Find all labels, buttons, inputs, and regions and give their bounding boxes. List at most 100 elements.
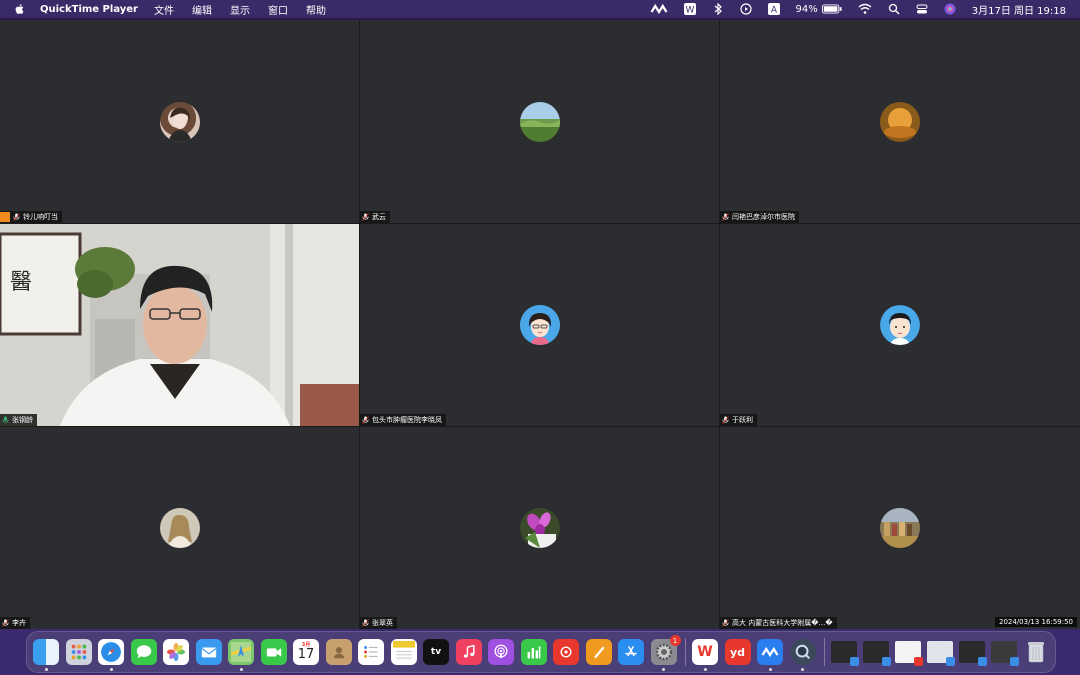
microphone-muted-icon xyxy=(722,416,729,424)
participant-tile[interactable]: 闫艳巴彦淖尔市医院 xyxy=(720,20,1080,223)
pages-icon[interactable] xyxy=(585,639,612,665)
safari-icon[interactable] xyxy=(98,639,124,671)
dock-separator xyxy=(685,638,686,666)
mail-icon[interactable] xyxy=(195,639,222,665)
wps-status-icon[interactable]: W xyxy=(683,3,696,16)
maps-icon[interactable] xyxy=(228,639,254,671)
participant-tile[interactable]: 李卉 xyxy=(0,427,359,629)
spotlight-search-icon[interactable] xyxy=(888,3,900,15)
participant-name: 闫艳巴彦淖尔市医院 xyxy=(732,213,795,221)
participant-tile[interactable]: 武云 xyxy=(360,20,719,223)
music-icon[interactable] xyxy=(455,639,482,665)
app-badge-icon xyxy=(850,657,859,666)
netease-music-icon[interactable] xyxy=(553,639,579,665)
microphone-muted-icon xyxy=(2,619,9,627)
menu-edit[interactable]: 编辑 xyxy=(192,2,212,17)
menu-view[interactable]: 显示 xyxy=(230,2,250,17)
participant-avatar xyxy=(519,508,560,548)
participant-name: 高大 内蒙古医科大学附属�…� xyxy=(732,619,833,627)
youdao-label: yd xyxy=(729,645,746,659)
active-speaker-tile[interactable]: 醫 张钢龄 xyxy=(0,224,359,426)
wps-office-icon[interactable]: W xyxy=(692,639,718,671)
numbers-icon[interactable] xyxy=(520,639,547,665)
apple-icon[interactable] xyxy=(14,3,26,15)
podcasts-icon[interactable] xyxy=(488,639,514,665)
microphone-muted-icon xyxy=(362,213,369,221)
app-badge-icon xyxy=(1010,657,1019,666)
play-circle-icon[interactable] xyxy=(739,3,752,15)
bluetooth-icon[interactable] xyxy=(712,3,724,15)
minimized-window-thumbnail[interactable] xyxy=(895,641,923,666)
app-badge-icon xyxy=(946,657,955,666)
svg-text:醫: 醫 xyxy=(10,270,32,295)
siri-icon[interactable] xyxy=(944,3,956,15)
quicktime-icon[interactable] xyxy=(789,639,816,671)
running-indicator xyxy=(768,668,772,671)
finder-icon[interactable] xyxy=(33,639,59,671)
wifi-icon[interactable] xyxy=(858,3,872,15)
speaker-video: 醫 xyxy=(0,224,359,426)
participant-name: 于跃利 xyxy=(732,416,753,424)
menu-help[interactable]: 帮助 xyxy=(306,2,326,17)
menu-file[interactable]: 文件 xyxy=(154,2,174,17)
contacts-icon[interactable] xyxy=(325,639,352,665)
svg-text:A: A xyxy=(770,6,777,16)
participant-name: 包头市肿瘤医院李晓凤 xyxy=(372,416,442,424)
participant-tile[interactable]: 于跃利 xyxy=(720,224,1080,426)
microphone-active-icon xyxy=(2,416,9,423)
system-settings-icon[interactable]: 1 xyxy=(650,635,681,671)
minimized-window-thumbnail[interactable] xyxy=(959,641,987,666)
svg-text:W: W xyxy=(685,6,694,16)
participant-name: 张钢龄 xyxy=(12,416,33,424)
photos-icon[interactable] xyxy=(163,639,189,665)
battery-indicator[interactable]: 94% xyxy=(796,4,842,15)
facetime-icon[interactable] xyxy=(260,639,287,665)
participant-name-tag: 于跃利 xyxy=(720,414,757,426)
clock-datetime[interactable]: 3月17日 周日 19:18 xyxy=(972,2,1066,17)
control-center-icon[interactable] xyxy=(916,3,928,15)
apple-tv-icon[interactable]: tv xyxy=(423,639,449,665)
apple-tv-label: tv xyxy=(430,647,442,657)
reminders-icon[interactable] xyxy=(358,639,384,665)
menu-window[interactable]: 窗口 xyxy=(268,2,288,17)
minimized-window-thumbnail[interactable] xyxy=(927,641,955,666)
participant-avatar xyxy=(880,508,920,548)
app-store-icon[interactable] xyxy=(618,639,644,665)
youdao-icon[interactable]: yd xyxy=(724,639,751,665)
running-indicator xyxy=(703,668,707,671)
participant-name-tag: 张钢龄 xyxy=(0,414,37,426)
trash-icon[interactable] xyxy=(1023,639,1049,665)
participant-name-tag: 李卉 xyxy=(0,617,30,629)
tencent-meeting-status-icon[interactable] xyxy=(650,3,668,15)
calendar-icon[interactable]: 3月 17 xyxy=(293,639,319,665)
running-indicator xyxy=(662,668,665,671)
running-indicator xyxy=(801,668,804,671)
participant-tile[interactable]: 高大 内蒙古医科大学附属�…� 2024/03/13 16:59:50 xyxy=(720,427,1080,629)
calendar-day: 17 xyxy=(297,647,315,662)
minimized-window-thumbnail[interactable] xyxy=(863,641,891,666)
notes-icon[interactable] xyxy=(390,639,417,665)
microphone-muted-icon xyxy=(722,213,729,221)
host-icon xyxy=(0,212,10,222)
minimized-window-thumbnail[interactable] xyxy=(831,641,859,666)
messages-icon[interactable] xyxy=(130,639,157,665)
participant-tile[interactable]: 铃儿响叮当 xyxy=(0,20,359,223)
participant-avatar xyxy=(880,101,920,142)
participant-avatar xyxy=(880,305,920,345)
participant-tile[interactable]: 张翠英 xyxy=(360,427,719,629)
app-name[interactable]: QuickTime Player xyxy=(40,4,138,15)
running-indicator xyxy=(44,668,48,671)
running-indicator xyxy=(239,668,243,671)
tencent-meeting-icon[interactable] xyxy=(757,639,783,671)
video-grid: 铃儿响叮当 武云 闫艳巴彦淖尔市医院 醫 张钢龄 包头市肿瘤医院李晓凤 于跃利 … xyxy=(0,20,1080,629)
minimized-window-thumbnail[interactable] xyxy=(991,641,1019,666)
input-method-icon[interactable]: A xyxy=(767,3,780,16)
participant-name: 铃儿响叮当 xyxy=(23,213,58,221)
participant-name-tag: 铃儿响叮当 xyxy=(0,211,62,223)
battery-percent: 94% xyxy=(795,3,818,15)
app-badge-icon xyxy=(914,657,923,666)
launchpad-icon[interactable] xyxy=(65,639,92,665)
microphone-muted-icon xyxy=(362,619,369,627)
participant-tile[interactable]: 包头市肿瘤医院李晓凤 xyxy=(360,224,719,426)
notification-badge: 1 xyxy=(669,635,681,646)
